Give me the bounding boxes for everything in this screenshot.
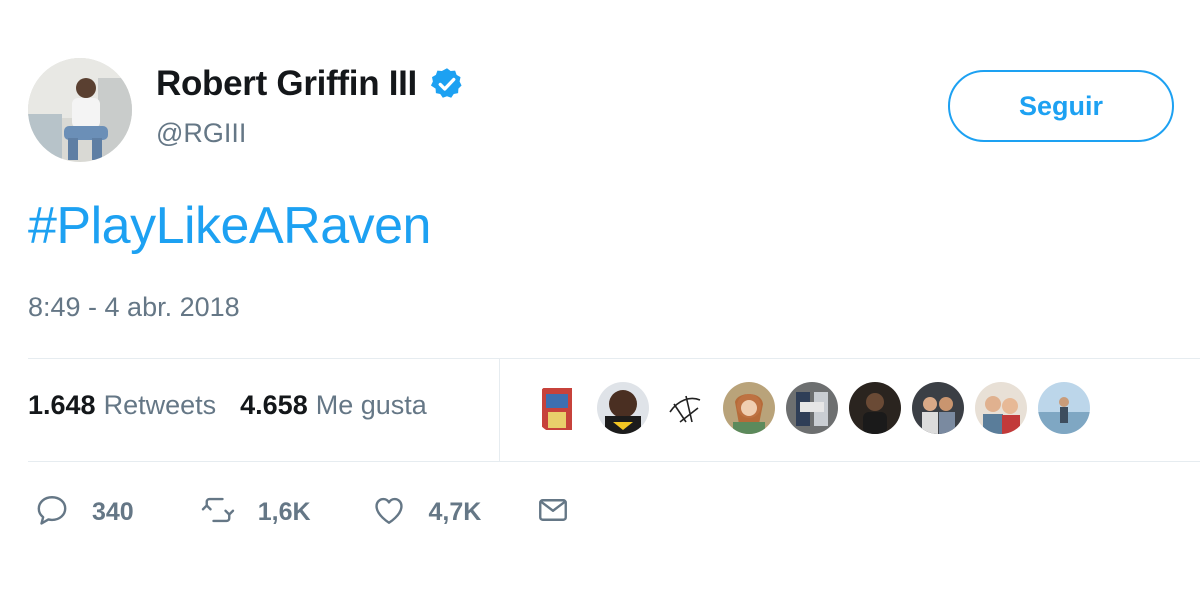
reply-count: 340 [92, 498, 134, 526]
retweets-count: 1.648 [28, 390, 96, 420]
direct-message-button[interactable] [535, 492, 571, 533]
retweets-label: Retweets [103, 390, 217, 420]
like-count: 4,7K [428, 498, 482, 526]
stats-separator [499, 359, 500, 461]
liker-avatar[interactable] [597, 382, 649, 434]
likes-label: Me gusta [315, 390, 427, 420]
liker-avatar[interactable] [660, 382, 712, 434]
verified-badge-icon [429, 66, 465, 102]
display-name[interactable]: Robert Griffin III [156, 64, 417, 104]
retweet-button[interactable]: 1,6K [200, 492, 311, 533]
tweet-hashtag[interactable]: #PlayLikeARaven [28, 196, 431, 256]
liker-avatar[interactable] [1038, 382, 1090, 434]
direct-message-icon [535, 492, 571, 533]
tweet-stats: 1.648 Retweets 4.658 Me gusta [28, 390, 427, 421]
profile-avatar[interactable] [28, 58, 132, 162]
user-handle[interactable]: @RGIII [156, 118, 246, 149]
retweets-stat[interactable]: 1.648 Retweets [28, 390, 216, 421]
reply-button[interactable]: 340 [34, 492, 134, 533]
liker-avatars [534, 382, 1101, 434]
liker-avatar[interactable] [534, 382, 586, 434]
liker-avatar[interactable] [786, 382, 838, 434]
likes-stat[interactable]: 4.658 Me gusta [240, 390, 427, 421]
follow-button[interactable]: Seguir [948, 70, 1174, 142]
tweet-card: Robert Griffin III @RGIII Seguir #PlayLi… [0, 0, 1200, 590]
divider [28, 358, 1200, 359]
liker-avatar[interactable] [912, 382, 964, 434]
liker-avatar[interactable] [849, 382, 901, 434]
retweet-icon [200, 492, 236, 533]
liker-avatar[interactable] [723, 382, 775, 434]
tweet-actions: 340 1,6K 4,7K [34, 492, 571, 533]
reply-icon [34, 492, 70, 533]
retweet-count: 1,6K [257, 498, 311, 526]
tweet-timestamp[interactable]: 8:49 - 4 abr. 2018 [28, 292, 240, 323]
like-button[interactable]: 4,7K [371, 492, 482, 533]
divider [28, 461, 1200, 462]
liker-avatar[interactable] [975, 382, 1027, 434]
user-name-row: Robert Griffin III [156, 64, 465, 104]
heart-icon [371, 492, 407, 533]
likes-count: 4.658 [240, 390, 308, 420]
